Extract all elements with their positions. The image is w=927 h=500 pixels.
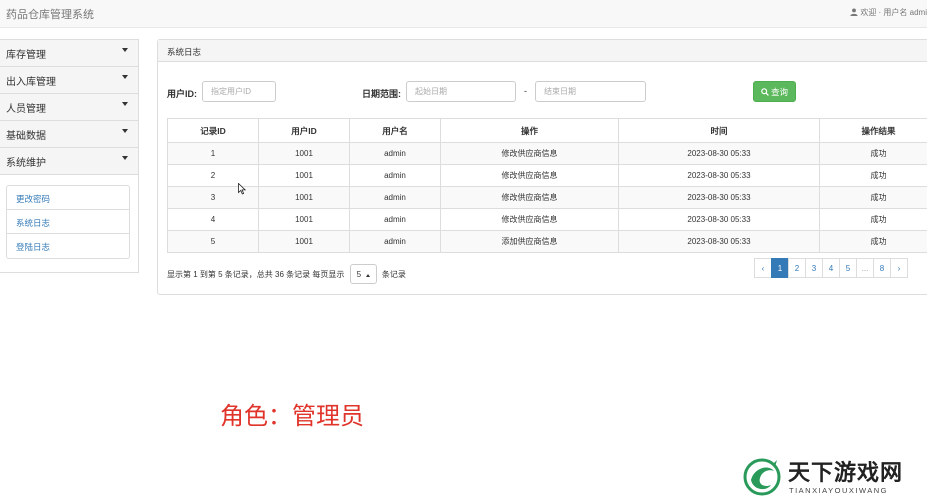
- log-table: 记录ID 用户ID 用户名 操作 时间 操作结果 1 1001 admin 修改…: [167, 118, 927, 253]
- dragon-logo-icon: [743, 458, 781, 496]
- page-button-1[interactable]: 1: [771, 258, 789, 278]
- table-cell: 成功: [819, 142, 927, 165]
- user-id-input[interactable]: [202, 81, 276, 102]
- panel-title: 系统日志: [158, 40, 927, 62]
- user-greeting: 欢迎 · 用户名 admi: [860, 8, 927, 17]
- submenu-change-password[interactable]: 更改密码: [7, 186, 129, 210]
- query-button[interactable]: 查询: [753, 81, 796, 102]
- page-size-value: 5: [356, 270, 362, 280]
- top-navbar: 药品仓库管理系统 欢迎 · 用户名 admi: [0, 0, 927, 28]
- app-title[interactable]: 药品仓库管理系统: [6, 6, 94, 22]
- column-header[interactable]: 记录ID: [167, 118, 259, 143]
- table-cell: admin: [349, 208, 441, 231]
- submenu-login-log[interactable]: 登陆日志: [7, 234, 129, 258]
- table-cell: admin: [349, 230, 441, 253]
- table-cell: 1001: [258, 142, 350, 165]
- query-button-label: 查询: [770, 86, 788, 97]
- caret-down-icon: [122, 102, 128, 106]
- page-button-4[interactable]: 4: [822, 258, 840, 278]
- column-header[interactable]: 用户名: [349, 118, 441, 143]
- user-menu[interactable]: 欢迎 · 用户名 admi: [850, 7, 927, 18]
- table-cell: admin: [349, 164, 441, 187]
- pagination: ‹ 1 2 3 4 5 ... 8 ›: [754, 258, 908, 278]
- table-row[interactable]: 1 1001 admin 修改供应商信息 2023-08-30 05:33 成功: [167, 142, 927, 165]
- table-cell: 2023-08-30 05:33: [618, 208, 820, 231]
- next-page-button[interactable]: ›: [890, 258, 908, 278]
- page-button-2[interactable]: 2: [788, 258, 806, 278]
- end-date-input[interactable]: [535, 81, 646, 102]
- sidebar-item-base-data[interactable]: 基础数据: [0, 121, 138, 148]
- sidebar-item-staff[interactable]: 人员管理: [0, 94, 138, 121]
- prev-page-button[interactable]: ‹: [754, 258, 772, 278]
- table-cell: 5: [167, 230, 259, 253]
- sidebar-item-inventory[interactable]: 库存管理: [0, 40, 138, 67]
- table-cell: 成功: [819, 186, 927, 209]
- page-button-5[interactable]: 5: [839, 258, 857, 278]
- table-cell: 1001: [258, 208, 350, 231]
- user-id-label: 用户ID:: [167, 89, 197, 99]
- sidebar-item-stock-io[interactable]: 出入库管理: [0, 67, 138, 94]
- caret-down-icon: [122, 156, 128, 160]
- table-cell: 2023-08-30 05:33: [618, 230, 820, 253]
- column-header[interactable]: 用户ID: [258, 118, 350, 143]
- table-cell: 修改供应商信息: [440, 142, 619, 165]
- search-icon: [761, 87, 769, 96]
- pagination-info-suffix: 条记录: [381, 269, 406, 279]
- table-cell: 2023-08-30 05:33: [618, 164, 820, 187]
- table-cell: 修改供应商信息: [440, 208, 619, 231]
- sidebar-item-label: 基础数据: [6, 131, 46, 142]
- table-cell: 添加供应商信息: [440, 230, 619, 253]
- page-button-3[interactable]: 3: [805, 258, 823, 278]
- caret-down-icon: [122, 129, 128, 133]
- table-cell: 成功: [819, 230, 927, 253]
- table-row[interactable]: 5 1001 admin 添加供应商信息 2023-08-30 05:33 成功: [167, 230, 927, 253]
- table-cell: 1: [167, 142, 259, 165]
- table-cell: admin: [349, 142, 441, 165]
- page-button-8[interactable]: 8: [873, 258, 891, 278]
- column-header[interactable]: 时间: [618, 118, 820, 143]
- sidebar-item-label: 出入库管理: [6, 77, 56, 88]
- table-cell: 成功: [819, 208, 927, 231]
- start-date-input[interactable]: [406, 81, 516, 102]
- table-cell: 1001: [258, 186, 350, 209]
- sidebar-item-system[interactable]: 系统维护: [0, 148, 138, 175]
- mouse-cursor-icon: [238, 183, 246, 195]
- table-row[interactable]: 4 1001 admin 修改供应商信息 2023-08-30 05:33 成功: [167, 208, 927, 231]
- caret-down-icon: [122, 48, 128, 52]
- table-cell: 2023-08-30 05:33: [618, 142, 820, 165]
- column-header[interactable]: 操作结果: [819, 118, 927, 143]
- submenu-system-log[interactable]: 系统日志: [7, 210, 129, 234]
- table-cell: 1001: [258, 230, 350, 253]
- watermark-subtitle: TIANXIAYOUXIWANG: [789, 486, 889, 495]
- sidebar-item-label: 人员管理: [6, 104, 46, 115]
- table-cell: 成功: [819, 164, 927, 187]
- table-row[interactable]: 2 1001 admin 修改供应商信息 2023-08-30 05:33 成功: [167, 164, 927, 187]
- system-submenu: 更改密码 系统日志 登陆日志: [6, 185, 130, 259]
- watermark-title: 天下游戏网: [788, 460, 904, 485]
- page-ellipsis: ...: [856, 258, 874, 278]
- user-icon: [850, 8, 858, 16]
- table-cell: 修改供应商信息: [440, 164, 619, 187]
- sidebar-item-label: 库存管理: [6, 50, 46, 61]
- sidebar-item-label: 系统维护: [6, 158, 46, 169]
- table-cell: 修改供应商信息: [440, 186, 619, 209]
- column-header[interactable]: 操作: [440, 118, 619, 143]
- watermark: 天下游戏网 TIANXIAYOUXIWANG: [742, 455, 927, 500]
- table-cell: 2023-08-30 05:33: [618, 186, 820, 209]
- pagination-info: 显示第 1 到第 5 条记录，总共 36 条记录 每页显示 5 条记录: [167, 264, 406, 284]
- table-row[interactable]: 3 1001 admin 修改供应商信息 2023-08-30 05:33 成功: [167, 186, 927, 209]
- table-cell: 1001: [258, 164, 350, 187]
- caret-up-icon: [365, 274, 370, 277]
- table-cell: admin: [349, 186, 441, 209]
- caret-down-icon: [122, 75, 128, 79]
- table-header-row: 记录ID 用户ID 用户名 操作 时间 操作结果: [167, 118, 927, 143]
- sidebar: 库存管理 出入库管理 人员管理 基础数据 系统维护 更改密码 系统日志 登陆日志: [0, 39, 139, 273]
- page-size-select[interactable]: 5: [349, 264, 377, 284]
- table-cell: 4: [167, 208, 259, 231]
- date-range-label: 日期范围:: [362, 89, 401, 99]
- role-caption: 角色：管理员: [220, 403, 364, 430]
- pagination-info-prefix: 显示第 1 到第 5 条记录，总共 36 条记录 每页显示: [167, 269, 345, 279]
- date-separator: -: [524, 86, 527, 96]
